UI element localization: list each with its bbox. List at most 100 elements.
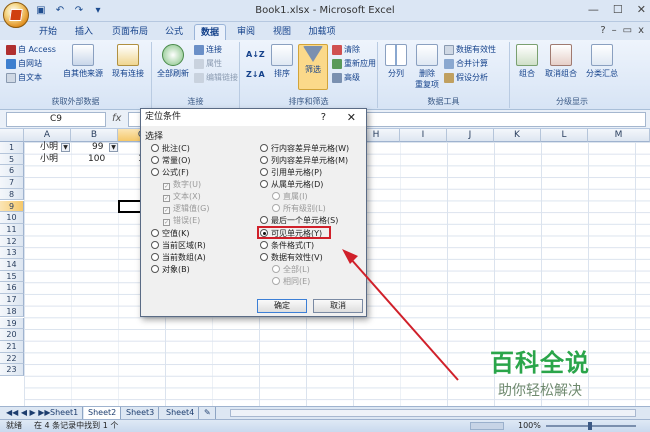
- row-header[interactable]: 23: [0, 364, 24, 376]
- tab-data[interactable]: 数据: [194, 24, 226, 40]
- subtotal-button[interactable]: 分类汇总: [582, 44, 622, 79]
- column-header[interactable]: A: [24, 129, 71, 142]
- tab-home[interactable]: 开始: [34, 24, 62, 40]
- option-all-levels[interactable]: 所有级别(L): [272, 203, 326, 214]
- ok-button[interactable]: 确定: [257, 299, 307, 313]
- option-column-differences[interactable]: 列内容差异单元格(M): [260, 155, 348, 166]
- checkbox-numbers[interactable]: ✓ 数字(U): [163, 179, 201, 190]
- select-all-corner[interactable]: [0, 129, 24, 142]
- consolidate-button[interactable]: 合并计算: [444, 58, 488, 69]
- properties-button[interactable]: 属性: [194, 58, 222, 69]
- tab-view[interactable]: 视图: [268, 24, 296, 40]
- row-header[interactable]: 18: [0, 305, 24, 318]
- help-icon[interactable]: ?: [600, 25, 605, 36]
- from-access-button[interactable]: 自 Access: [6, 44, 56, 55]
- edit-links-button[interactable]: 编辑链接: [194, 72, 238, 83]
- existing-connections-button[interactable]: 现有连接: [108, 44, 148, 79]
- clear-button[interactable]: 清除: [332, 44, 360, 55]
- ribbon-minimize-icon[interactable]: –: [612, 25, 617, 36]
- column-header[interactable]: I: [400, 129, 447, 142]
- option-current-array[interactable]: 当前数组(A): [151, 252, 206, 263]
- checkbox-errors[interactable]: ✓ 错误(E): [163, 215, 200, 226]
- view-buttons[interactable]: [470, 422, 504, 430]
- connections-button[interactable]: 连接: [194, 44, 222, 55]
- option-objects[interactable]: 对象(B): [151, 264, 190, 275]
- close-icon[interactable]: ✕: [347, 109, 356, 126]
- option-validation-same[interactable]: 相同(E): [272, 276, 310, 287]
- advanced-button[interactable]: 高级: [332, 72, 360, 83]
- column-header[interactable]: L: [541, 129, 588, 142]
- row-header[interactable]: 16: [0, 282, 24, 295]
- row-header[interactable]: 14: [0, 259, 24, 271]
- row-header[interactable]: 10: [0, 212, 24, 224]
- horizontal-scrollbar[interactable]: [230, 409, 636, 417]
- option-conditional-formats[interactable]: 条件格式(T): [260, 240, 314, 251]
- tab-page-layout[interactable]: 页面布局: [108, 24, 152, 40]
- tab-insert[interactable]: 插入: [70, 24, 98, 40]
- cell-a5[interactable]: 小明: [40, 154, 58, 165]
- column-header[interactable]: M: [588, 129, 650, 142]
- from-other-sources-button[interactable]: 自其他来源: [60, 44, 106, 79]
- name-box[interactable]: C9: [6, 112, 106, 127]
- option-row-differences[interactable]: 行内容差异单元格(W): [260, 143, 349, 154]
- tab-review[interactable]: 审阅: [232, 24, 260, 40]
- option-last-cell[interactable]: 最后一个单元格(S): [260, 215, 338, 226]
- row-header[interactable]: 12: [0, 235, 24, 248]
- sheet-tab[interactable]: Sheet4: [162, 407, 200, 419]
- row-header[interactable]: 20: [0, 329, 24, 341]
- insert-sheet-icon[interactable]: ✎: [200, 407, 216, 419]
- cell-a1[interactable]: 小明: [40, 142, 58, 153]
- row-header[interactable]: 5: [0, 153, 24, 166]
- checkbox-text[interactable]: ✓ 文本(X): [163, 191, 201, 202]
- autofilter-dropdown-icon[interactable]: ▼: [61, 143, 70, 152]
- row-header[interactable]: 7: [0, 177, 24, 189]
- option-current-region[interactable]: 当前区域(R): [151, 240, 206, 251]
- cell-b5[interactable]: 100: [88, 154, 105, 165]
- help-icon[interactable]: ?: [321, 109, 326, 126]
- ribbon-close-icon[interactable]: x: [638, 25, 644, 36]
- row-header[interactable]: 22: [0, 352, 24, 365]
- cancel-button[interactable]: 取消: [313, 299, 363, 313]
- what-if-button[interactable]: 假设分析: [444, 72, 488, 83]
- option-comments[interactable]: 批注(C): [151, 143, 190, 154]
- sort-desc-button[interactable]: Z↓A: [246, 70, 265, 79]
- sort-asc-button[interactable]: A↓Z: [246, 50, 265, 59]
- data-validation-button[interactable]: 数据有效性: [444, 44, 496, 55]
- row-header[interactable]: 8: [0, 188, 24, 201]
- zoom-level[interactable]: 100%: [518, 420, 541, 432]
- option-blanks[interactable]: 空值(K): [151, 228, 190, 239]
- minimize-button[interactable]: —: [588, 3, 599, 16]
- option-dependents[interactable]: 从属单元格(D): [260, 179, 323, 190]
- option-constants[interactable]: 常量(O): [151, 155, 191, 166]
- maximize-button[interactable]: ☐: [613, 3, 623, 16]
- row-header[interactable]: 15: [0, 270, 24, 283]
- row-header[interactable]: 21: [0, 340, 24, 353]
- close-button[interactable]: ✕: [637, 3, 646, 16]
- sheet-tab-active[interactable]: Sheet2: [84, 407, 122, 419]
- sheet-tab[interactable]: Sheet3: [122, 407, 160, 419]
- fx-icon[interactable]: fx: [112, 113, 121, 124]
- sort-button[interactable]: 排序: [268, 44, 296, 79]
- ungroup-button[interactable]: 取消组合: [542, 44, 580, 79]
- remove-duplicates-button[interactable]: 删除 重复项: [412, 44, 442, 90]
- sheet-tab[interactable]: Sheet1: [46, 407, 84, 419]
- autofilter-dropdown-icon[interactable]: ▼: [109, 143, 118, 152]
- zoom-slider-thumb[interactable]: [588, 422, 592, 430]
- row-header[interactable]: 17: [0, 294, 24, 306]
- tab-formulas[interactable]: 公式: [160, 24, 188, 40]
- column-header[interactable]: K: [494, 129, 541, 142]
- option-data-validation[interactable]: 数据有效性(V): [260, 252, 323, 263]
- option-direct-only[interactable]: 直属(I): [272, 191, 308, 202]
- group-rows-button[interactable]: 组合: [514, 44, 540, 79]
- column-header[interactable]: B: [71, 129, 118, 142]
- row-header[interactable]: 19: [0, 317, 24, 330]
- row-header[interactable]: 1: [0, 142, 24, 154]
- option-precedents[interactable]: 引用单元格(P): [260, 167, 322, 178]
- from-text-button[interactable]: 自文本: [6, 72, 42, 83]
- cell-b1[interactable]: 99: [92, 142, 103, 153]
- reapply-button[interactable]: 重新应用: [332, 58, 376, 69]
- option-formulas[interactable]: 公式(F): [151, 167, 189, 178]
- refresh-all-button[interactable]: 全部刷新: [156, 44, 190, 79]
- row-header[interactable]: 13: [0, 247, 24, 259]
- row-header[interactable]: 11: [0, 223, 24, 236]
